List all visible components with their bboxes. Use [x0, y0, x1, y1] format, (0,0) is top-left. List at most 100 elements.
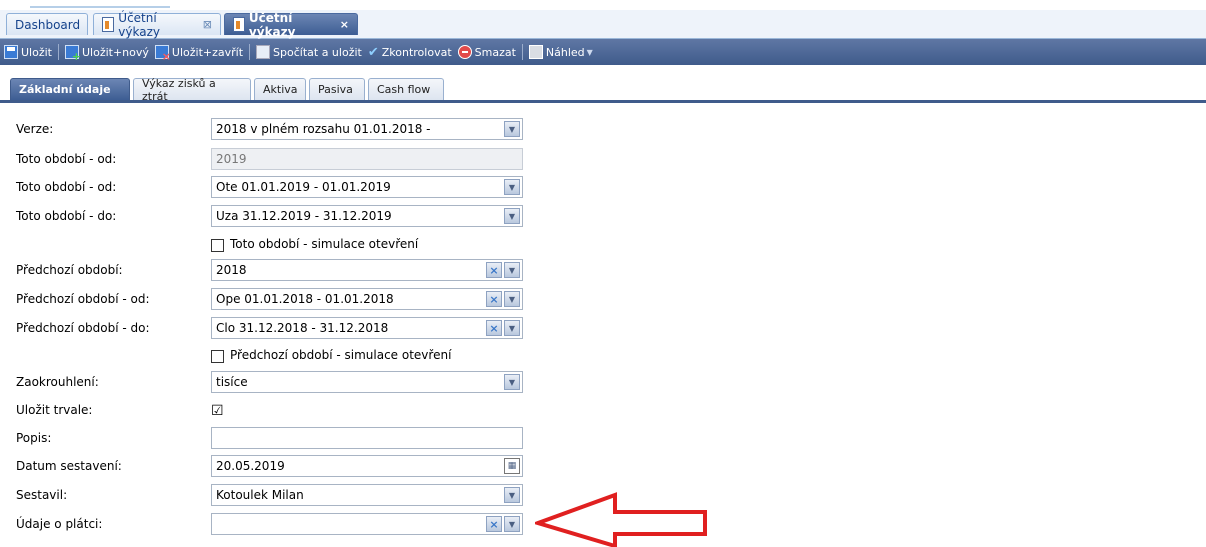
toolbar: Uložit Uložit+nový Uložit+zavřít Spočíta… [0, 39, 1206, 65]
tab-label: Základní údaje [19, 83, 111, 96]
chevron-down-icon[interactable]: ▼ [504, 179, 520, 195]
clear-icon[interactable]: × [486, 291, 502, 307]
combo-value: Ote 01.01.2019 - 01.01.2019 [216, 180, 391, 194]
separator [249, 44, 251, 60]
popis-input[interactable] [211, 427, 523, 449]
predchozi-combo[interactable]: 2018 × ▼ [211, 259, 523, 281]
save-icon [4, 45, 18, 59]
save-new-label: Uložit+nový [81, 45, 149, 59]
datum-field[interactable]: 20.05.2019 ▦ [211, 455, 523, 477]
combo-value: Uza 31.12.2019 - 31.12.2019 [216, 209, 392, 223]
predchozi-od-combo[interactable]: Ope 01.01.2018 - 01.01.2018 × ▼ [211, 288, 523, 310]
tab-label: Cash flow [377, 83, 431, 96]
document-icon [233, 17, 245, 32]
tab-zakladni-udaje[interactable]: Základní údaje [10, 78, 130, 100]
verze-combo[interactable]: 2018 v plném rozsahu 01.01.2018 - ▼ [211, 118, 523, 140]
separator [521, 44, 523, 60]
chevron-down-icon[interactable]: ▼ [504, 374, 520, 390]
combo-value: Clo 31.12.2018 - 31.12.2018 [216, 321, 389, 335]
chevron-down-icon[interactable]: ▼ [504, 487, 520, 503]
tab-ucetni-vykazy-active[interactable]: Účetní výkazy × [224, 11, 358, 39]
tab-ucetni-vykazy-1[interactable]: Účetní výkazy ⊠ [93, 11, 221, 39]
tab-vykaz-zisku[interactable]: Výkaz zisků a ztrát [133, 76, 251, 103]
zaokrouhleni-combo[interactable]: tisíce ▼ [211, 371, 523, 393]
calendar-icon[interactable]: ▦ [504, 458, 520, 474]
pred-sim-checkbox[interactable] [211, 350, 224, 363]
label-toto-od: Toto období - od: [16, 180, 117, 194]
chevron-down-icon: ▼ [586, 47, 593, 57]
delete-button[interactable]: Smazat [457, 45, 516, 59]
label-toto-do: Toto období - do: [16, 209, 117, 223]
sestavil-combo[interactable]: Kotoulek Milan ▼ [211, 484, 523, 506]
combo-value: 2018 [216, 263, 247, 277]
pred-sim-label: Předchozí období - simulace otevření [230, 348, 452, 362]
document-icon [102, 17, 115, 32]
ulozit-trvale-checkbox[interactable]: ☑ [211, 404, 224, 418]
tab-label: Dashboard [15, 17, 81, 32]
close-icon[interactable]: ⊠ [203, 18, 212, 31]
save-close-label: Uložit+zavřít [171, 45, 244, 59]
tab-dashboard[interactable]: Dashboard [6, 13, 88, 35]
calc-save-button[interactable]: Spočítat a uložit [256, 45, 362, 59]
check-label: Zkontrolovat [381, 45, 452, 59]
save-button[interactable]: Uložit [4, 45, 52, 59]
combo-value: Ope 01.01.2018 - 01.01.2018 [216, 292, 394, 306]
printer-icon [528, 45, 543, 59]
platce-combo[interactable]: × ▼ [211, 513, 523, 535]
predchozi-do-combo[interactable]: Clo 31.12.2018 - 31.12.2018 × ▼ [211, 317, 523, 339]
tab-pasiva[interactable]: Pasiva [309, 78, 365, 100]
toto-sim-label: Toto období - simulace otevření [230, 237, 419, 251]
tab-aktiva[interactable]: Aktiva [254, 78, 306, 100]
chevron-down-icon[interactable]: ▼ [504, 121, 520, 137]
tab-label: Účetní výkazy [118, 10, 160, 39]
delete-icon [457, 45, 472, 59]
combo-value: tisíce [216, 375, 248, 389]
save-new-button[interactable]: Uložit+nový [64, 45, 149, 63]
tab-label: Pasiva [318, 83, 353, 96]
label-sestavil: Sestavil: [16, 488, 68, 502]
label-predchozi-do: Předchozí období - do: [16, 321, 150, 335]
save-close-icon [154, 45, 171, 63]
toto-od-rok-field: 2019 [211, 148, 523, 170]
tab-label: Účetní výkazy [248, 10, 296, 39]
label-datum: Datum sestavení: [16, 459, 122, 473]
label-ulozit-trvale: Uložit trvale: [16, 403, 93, 417]
label-toto-od-rok: Toto období - od: [16, 152, 117, 166]
toto-sim-checkbox[interactable] [211, 239, 224, 252]
save-label: Uložit [21, 45, 52, 59]
annotation-arrow-icon [535, 492, 707, 547]
preview-label: Náhled [545, 45, 585, 59]
check-button[interactable]: ✔ Zkontrolovat [368, 45, 452, 60]
chevron-down-icon[interactable]: ▼ [504, 208, 520, 224]
field-value: 2019 [216, 152, 247, 166]
chevron-down-icon[interactable]: ▼ [504, 516, 520, 532]
delete-label: Smazat [474, 45, 516, 59]
toto-do-combo[interactable]: Uza 31.12.2019 - 31.12.2019 ▼ [211, 205, 523, 227]
close-icon[interactable]: × [340, 18, 349, 31]
chevron-down-icon[interactable]: ▼ [504, 320, 520, 336]
chevron-down-icon[interactable]: ▼ [504, 262, 520, 278]
chevron-down-icon[interactable]: ▼ [504, 291, 520, 307]
label-predchozi: Předchozí období: [16, 263, 123, 277]
combo-value: 2018 v plném rozsahu 01.01.2018 - [216, 122, 431, 136]
clear-icon[interactable]: × [486, 262, 502, 278]
top-strip [0, 0, 1206, 10]
tab-label: Aktiva [263, 83, 298, 96]
save-close-button[interactable]: Uložit+zavřít [154, 45, 244, 63]
tab-label: Výkaz zisků a ztrát [142, 76, 216, 103]
clear-icon[interactable]: × [486, 320, 502, 336]
separator [57, 44, 59, 60]
preview-button[interactable]: Náhled ▼ [528, 45, 593, 59]
combo-value: Kotoulek Milan [216, 488, 304, 502]
toto-od-combo[interactable]: Ote 01.01.2019 - 01.01.2019 ▼ [211, 176, 523, 198]
field-value: 20.05.2019 [216, 459, 285, 473]
save-new-icon [64, 45, 81, 63]
tab-cash-flow[interactable]: Cash flow [368, 78, 444, 100]
section-tabs: Základní údaje Výkaz zisků a ztrát Aktiv… [0, 76, 1206, 103]
label-predchozi-od: Předchozí období - od: [16, 292, 150, 306]
label-popis: Popis: [16, 431, 52, 445]
clear-icon[interactable]: × [486, 516, 502, 532]
document-tabs: Dashboard Účetní výkazy ⊠ Účetní výkazy … [0, 10, 1206, 39]
calc-save-label: Spočítat a uložit [273, 45, 362, 59]
label-platce: Údaje o plátci: [16, 517, 103, 531]
